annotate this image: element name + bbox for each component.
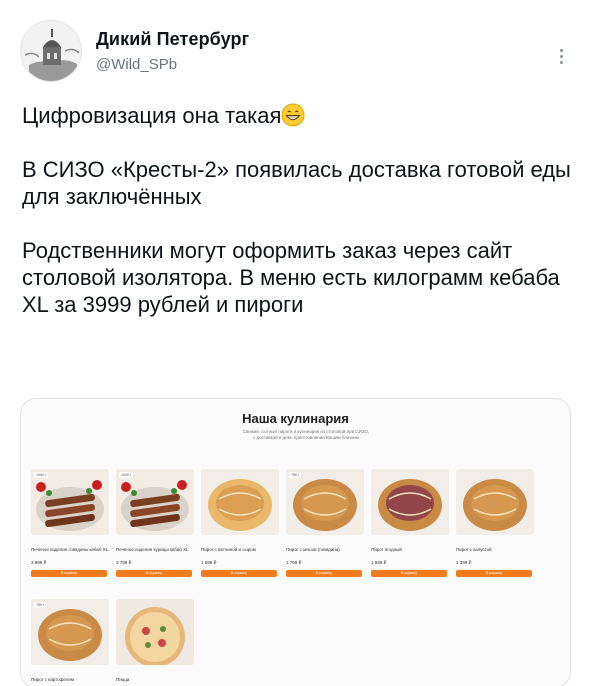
user-handle[interactable]: @Wild_SPb xyxy=(96,56,249,73)
weight-badge: 750 г xyxy=(34,602,47,608)
product-card[interactable]: Пирог с ветчиной и сыром 1 699 ₽ В корзину xyxy=(201,469,279,577)
tweet-paragraph-2: В СИЗО «Кресты-2» появилась доставка гот… xyxy=(22,157,571,209)
author-block: Дикий Петербург @Wild_SPb xyxy=(96,29,249,73)
add-to-cart-button[interactable]: В корзину xyxy=(31,570,107,577)
cathedral-avatar-icon xyxy=(21,21,81,81)
tweet-line-1: Цифровизация она такая xyxy=(22,102,572,129)
weight-badge: 750 г xyxy=(289,472,302,478)
product-image[interactable]: 750 г xyxy=(286,469,364,535)
product-image[interactable]: 1000 г xyxy=(31,469,109,535)
product-image[interactable]: 1000 г xyxy=(116,469,194,535)
add-to-cart-button[interactable]: В корзину xyxy=(371,570,447,577)
product-price: 1 699 ₽ xyxy=(201,560,217,565)
product-price: 1 799 ₽ xyxy=(286,560,302,565)
add-to-cart-button[interactable]: В корзину xyxy=(286,570,362,577)
product-name[interactable]: Пирог с ветчиной и сыром xyxy=(201,547,279,559)
add-to-cart-button[interactable]: В корзину xyxy=(201,570,277,577)
product-card[interactable]: Пирог с капустой 1 399 ₽ В корзину xyxy=(456,469,534,577)
tweet-line-1-text: Цифровизация она такая xyxy=(22,103,282,128)
product-card[interactable]: Пирог ягодный 1 599 ₽ В корзину xyxy=(371,469,449,577)
add-to-cart-button[interactable]: В корзину xyxy=(456,570,532,577)
product-card[interactable]: 750 г Пирог с мясом (говядина) 1 799 ₽ В ко… xyxy=(286,469,364,577)
product-card[interactable]: Пицца xyxy=(116,599,194,686)
display-name[interactable]: Дикий Петербург xyxy=(96,29,249,50)
product-image[interactable] xyxy=(116,599,194,665)
product-price: 3 999 ₽ xyxy=(31,560,47,565)
tweet-header: Дикий Петербург @Wild_SPb xyxy=(20,20,571,84)
product-image[interactable] xyxy=(456,469,534,535)
product-name[interactable]: Печеное изделие курицы кебаб XL xyxy=(116,547,194,559)
product-card[interactable]: 1000 г Печеное изделие говядины кебаб XL 3… xyxy=(31,469,109,577)
product-price: 3 799 ₽ xyxy=(116,560,132,565)
site-subtitle: Свежие, сытные пироги и кулинария из сто… xyxy=(242,429,370,440)
product-card[interactable]: 750 г Пирог с картофелем xyxy=(31,599,109,686)
avatar[interactable] xyxy=(20,20,82,82)
product-image[interactable]: 750 г xyxy=(31,599,109,665)
product-name[interactable]: Печеное изделие говядины кебаб XL xyxy=(31,547,109,559)
site-title: Наша кулинария xyxy=(242,411,349,426)
product-image[interactable] xyxy=(201,469,279,535)
product-name[interactable]: Пирог с капустой xyxy=(456,547,534,559)
product-price: 1 599 ₽ xyxy=(371,560,387,565)
product-name[interactable]: Пицца xyxy=(116,677,194,686)
add-to-cart-button[interactable]: В корзину xyxy=(116,570,192,577)
grinning-face-emoji-icon xyxy=(281,103,305,127)
product-image[interactable] xyxy=(371,469,449,535)
tweet-paragraph-3: Родственники могут оформить заказ через … xyxy=(22,238,560,317)
product-name[interactable]: Пирог с мясом (говядина) xyxy=(286,547,364,559)
product-price: 1 399 ₽ xyxy=(456,560,472,565)
attached-screenshot[interactable]: Наша кулинария Свежие, сытные пироги и к… xyxy=(20,398,571,686)
weight-badge: 1000 г xyxy=(119,472,134,478)
more-options-icon[interactable] xyxy=(555,46,567,70)
product-name[interactable]: Пирог ягодный xyxy=(371,547,449,559)
product-name[interactable]: Пирог с картофелем xyxy=(31,677,109,686)
tweet-text: Цифровизация она такая В СИЗО «Кресты-2»… xyxy=(22,102,572,345)
weight-badge: 1000 г xyxy=(34,472,49,478)
product-card[interactable]: 1000 г Печеное изделие курицы кебаб XL 3 7… xyxy=(116,469,194,577)
